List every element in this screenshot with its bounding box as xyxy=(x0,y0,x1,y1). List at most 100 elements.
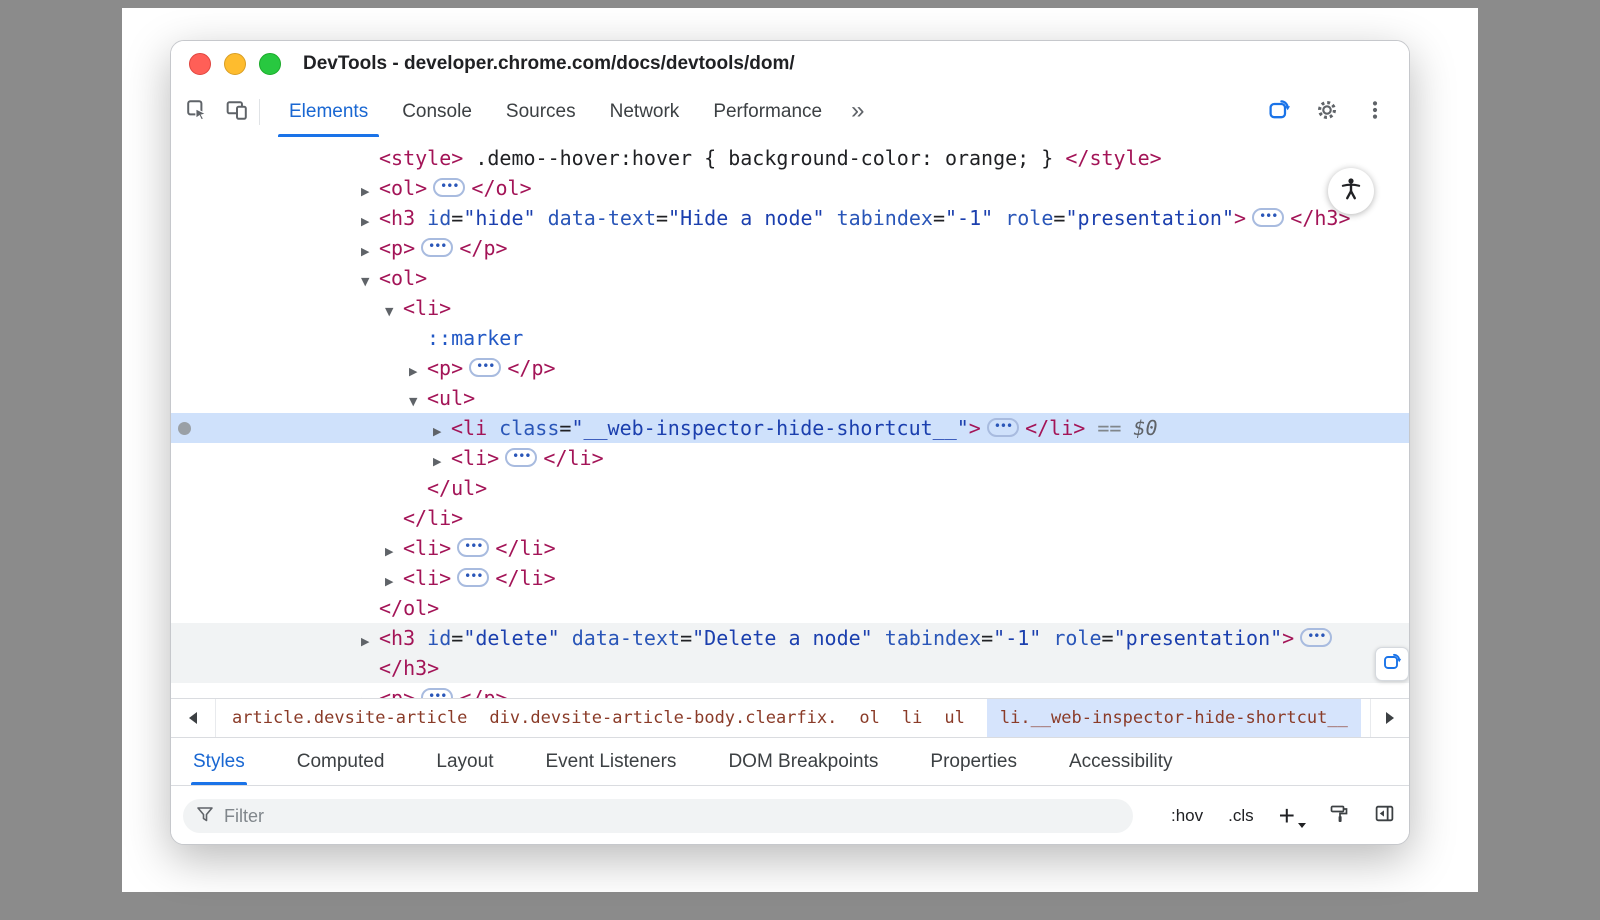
code-plain: .demo--hover:hover { background-color: o… xyxy=(463,146,1065,170)
code-tag: </h3> xyxy=(379,656,439,680)
toggle-element-state-button[interactable]: :hov xyxy=(1171,806,1203,826)
tree-row[interactable]: ▶<p>•••</p> xyxy=(171,353,1409,383)
device-toolbar-button[interactable] xyxy=(217,92,257,132)
code-plain: = xyxy=(451,206,463,230)
sidebar-tab-accessibility[interactable]: Accessibility xyxy=(1067,738,1174,785)
styles-filter-input[interactable]: Filter xyxy=(183,799,1133,833)
code-attr: id xyxy=(427,206,451,230)
panel-tab-console[interactable]: Console xyxy=(385,87,489,137)
tree-row[interactable]: ▶<h3 id="delete" data-text="Delete a nod… xyxy=(171,623,1409,653)
window-title: DevTools - developer.chrome.com/docs/dev… xyxy=(303,53,795,75)
expand-children-button[interactable]: ••• xyxy=(1300,628,1332,647)
close-window-button[interactable] xyxy=(189,53,211,75)
tree-row[interactable]: ▼<li> xyxy=(171,293,1409,323)
tree-row[interactable]: ▶<li>•••</li> xyxy=(171,563,1409,593)
sidebar-tab-styles[interactable]: Styles xyxy=(191,738,247,785)
breadcrumb-bar: article.devsite-article div.devsite-artic… xyxy=(171,698,1409,738)
tree-row[interactable]: ▶<li>•••</li> xyxy=(171,533,1409,563)
tree-row[interactable]: </ul> xyxy=(171,473,1409,503)
screencast-toggle-button[interactable] xyxy=(1259,92,1299,132)
tree-row[interactable]: ▼<ul> xyxy=(171,383,1409,413)
dom-tree: <style> .demo--hover:hover { background-… xyxy=(171,137,1409,698)
expand-children-button[interactable]: ••• xyxy=(469,358,501,377)
toggle-class-button[interactable]: .cls xyxy=(1228,806,1254,826)
breadcrumb-item[interactable]: ol xyxy=(859,699,879,737)
expand-children-button[interactable]: ••• xyxy=(457,538,489,557)
panel-tab-performance[interactable]: Performance xyxy=(696,87,839,137)
screencast-icon xyxy=(1382,652,1402,677)
tree-row[interactable]: ▶<p>•••</p> xyxy=(171,233,1409,263)
new-style-rule-button[interactable]: + xyxy=(1279,802,1304,830)
tree-row[interactable]: </h3> xyxy=(171,653,1409,683)
code-val: "-1" xyxy=(993,626,1041,650)
sidebar-tab-computed[interactable]: Computed xyxy=(295,738,387,785)
expand-children-button[interactable]: ••• xyxy=(1252,208,1284,227)
screenshot-background: DevTools - developer.chrome.com/docs/dev… xyxy=(0,0,1600,920)
right-arrow-icon xyxy=(1386,712,1394,724)
breadcrumb-item[interactable]: li.__web-inspector-hide-shortcut__ xyxy=(987,699,1361,737)
expand-children-button[interactable]: ••• xyxy=(987,418,1019,437)
minimize-window-button[interactable] xyxy=(224,53,246,75)
sidebar-tab-label: Accessibility xyxy=(1069,751,1172,773)
expand-children-button[interactable]: ••• xyxy=(505,448,537,467)
breadcrumb-item[interactable]: article.devsite-article xyxy=(232,699,467,737)
floating-screencast-button[interactable] xyxy=(1375,647,1409,681)
expand-children-button[interactable]: ••• xyxy=(421,238,453,257)
code-tag: </li> xyxy=(543,446,603,470)
code-tag: <h3 xyxy=(379,626,415,650)
code-plain: = xyxy=(933,206,945,230)
code-plain xyxy=(415,206,427,230)
more-options-button[interactable] xyxy=(1355,92,1395,132)
sidebar-tab-label: Properties xyxy=(930,751,1017,773)
expand-children-button[interactable]: ••• xyxy=(433,178,465,197)
breadcrumb-item[interactable]: div.devsite-article-body.clearfix. xyxy=(489,699,837,737)
tree-row[interactable]: ::marker xyxy=(171,323,1409,353)
sidebar-tab-event-listeners[interactable]: Event Listeners xyxy=(543,738,678,785)
sidebar-tab-properties[interactable]: Properties xyxy=(928,738,1019,785)
zoom-window-button[interactable] xyxy=(259,53,281,75)
code-attr: data-text xyxy=(548,206,656,230)
code-tag: <li> xyxy=(403,296,451,320)
expand-arrow-icon[interactable]: ▶ xyxy=(361,687,379,698)
tree-row[interactable]: ▶<ol>•••</ol> xyxy=(171,173,1409,203)
code-plain: = xyxy=(451,626,463,650)
tree-row[interactable]: ▶<p>•••</p> xyxy=(171,683,1409,698)
breadcrumb-scroll-right-button[interactable] xyxy=(1370,699,1409,737)
panel-tabs: Elements ConsoleSourcesNetwork Performance xyxy=(272,87,839,137)
tree-row[interactable]: </li> xyxy=(171,503,1409,533)
inspect-element-button[interactable] xyxy=(177,92,217,132)
rendering-emulations-button[interactable] xyxy=(1329,804,1349,829)
code-plain xyxy=(487,416,499,440)
sidebar-tab-dom-breakpoints[interactable]: DOM Breakpoints xyxy=(726,738,880,785)
code-attr: class xyxy=(499,416,559,440)
tree-row[interactable]: </ol> xyxy=(171,593,1409,623)
sidebar-tab-layout[interactable]: Layout xyxy=(434,738,495,785)
code-tag: <li> xyxy=(403,536,451,560)
breadcrumb-item[interactable]: li xyxy=(902,699,922,737)
tree-row[interactable]: ▶<li class="__web-inspector-hide-shortcu… xyxy=(171,413,1409,443)
panel-tab-network[interactable]: Network xyxy=(593,87,697,137)
breadcrumb-item[interactable]: ul xyxy=(944,699,964,737)
breadcrumb: article.devsite-article div.devsite-artic… xyxy=(216,699,1370,737)
code-tag: </ol> xyxy=(471,176,531,200)
computed-sidebar-toggle-button[interactable] xyxy=(1374,803,1395,829)
panel-tab-label: Performance xyxy=(713,101,822,123)
breadcrumb-scroll-left-button[interactable] xyxy=(171,699,216,737)
filter-placeholder: Filter xyxy=(224,806,264,827)
left-arrow-icon xyxy=(189,712,197,724)
panel-tab-sources[interactable]: Sources xyxy=(489,87,593,137)
expand-children-button[interactable]: ••• xyxy=(421,688,453,698)
gear-icon xyxy=(1315,98,1339,127)
panel-tab-elements[interactable]: Elements xyxy=(272,87,385,137)
expand-children-button[interactable]: ••• xyxy=(457,568,489,587)
tree-row[interactable]: ▶<h3 id="hide" data-text="Hide a node" t… xyxy=(171,203,1409,233)
accessibility-overlay-button[interactable] xyxy=(1328,168,1374,214)
tree-row[interactable]: ▼<ol> xyxy=(171,263,1409,293)
settings-button[interactable] xyxy=(1307,92,1347,132)
tree-row[interactable]: <style> .demo--hover:hover { background-… xyxy=(171,143,1409,173)
more-panels-button[interactable]: » xyxy=(839,97,876,125)
code-val: "delete" xyxy=(463,626,559,650)
panel-tab-label: Elements xyxy=(289,101,368,123)
tree-row[interactable]: ▶<li>•••</li> xyxy=(171,443,1409,473)
code-tag: > xyxy=(969,416,981,440)
